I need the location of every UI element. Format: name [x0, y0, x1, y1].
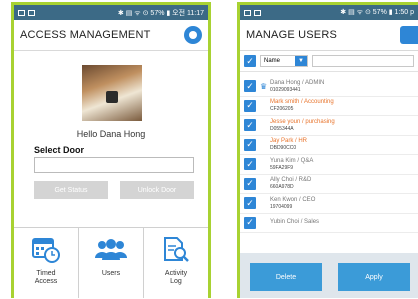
user-checkbox[interactable]: ✓ — [244, 197, 256, 210]
search-input[interactable] — [312, 55, 414, 67]
image-icon — [254, 9, 261, 16]
list-item[interactable]: ✓ Ally Choi / R&D 660A978D — [240, 175, 418, 194]
nav-label-users: Users — [101, 270, 121, 277]
user-checkbox[interactable]: ✓ — [244, 138, 256, 151]
status-bar: ✱ ▤ ᯤ ⊙ 57% ▮ 1:50 p — [240, 5, 418, 20]
nav-users[interactable]: Users — [79, 228, 144, 298]
select-all-checkbox[interactable]: ✓ — [244, 55, 256, 67]
user-checkbox[interactable]: ✓ — [244, 177, 256, 190]
user-name: Jesse youn / purchasing — [270, 118, 335, 125]
user-name: Dana Hong / ADMIN — [270, 79, 325, 86]
chevron-down-icon: ▼ — [295, 56, 307, 66]
gear-icon[interactable] — [184, 26, 202, 44]
page-title: ACCESS MANAGEMENT — [20, 29, 151, 41]
user-code: 19704099 — [270, 203, 293, 210]
user-checkbox[interactable]: ✓ — [244, 80, 256, 93]
get-status-button[interactable]: Get Status — [34, 181, 108, 199]
nav-label-activity-log: Activity Log — [164, 270, 188, 285]
user-name: Yuna Kim / Q&A — [270, 157, 314, 164]
user-checkbox[interactable]: ✓ — [244, 158, 256, 171]
status-bar-info: ✱ ▤ ᯤ ⊙ 57% ▮ 1:50 p — [340, 9, 414, 16]
manage-users-screen: ✱ ▤ ᯤ ⊙ 57% ▮ 1:50 p MANAGE USERS ✓ Name… — [237, 2, 418, 298]
user-code: 59FA29F9 — [270, 164, 294, 171]
list-item[interactable]: ✓ Ken Kwon / CEO 19704099 — [240, 194, 418, 214]
crown-icon: ♛ — [260, 81, 268, 91]
header: ACCESS MANAGEMENT — [14, 20, 208, 51]
list-item[interactable]: ✓ Mark smith / Accounting CF206205 — [240, 97, 418, 116]
user-info: Dana Hong / ADMIN 01029093441 — [270, 80, 324, 93]
add-user-button[interactable] — [400, 26, 418, 44]
status-bar-info: ✱ ▤ ᯤ ⊙ 57% ▮ 오전 11:17 — [117, 9, 204, 17]
action-bar: Delete Apply — [240, 253, 418, 298]
user-info: Jay Park / HR DBD90CC0 — [270, 138, 307, 151]
log-search-icon — [164, 237, 189, 262]
filter-row: ✓ Name ▼ — [240, 51, 418, 72]
list-item[interactable]: ✓ Yuna Kim / Q&A 59FA29F9 — [240, 155, 418, 175]
bottom-nav: Timed Access Users Activity Log — [14, 227, 208, 298]
access-management-screen: ✱ ▤ ᯤ ⊙ 57% ▮ 오전 11:17 ACCESS MANAGEMENT… — [11, 2, 211, 298]
user-checkbox[interactable]: ✓ — [244, 216, 256, 229]
greeting-text: Hello Dana Hong — [76, 129, 146, 139]
user-list: ✓ ♛ Dana Hong / ADMIN 01029093441 ✓ Mark smit… — [240, 77, 418, 233]
nav-timed-access[interactable]: Timed Access — [14, 228, 79, 298]
apply-button[interactable]: Apply — [338, 263, 410, 291]
user-checkbox[interactable]: ✓ — [244, 119, 256, 132]
calendar-clock-icon — [32, 238, 60, 263]
filter-select-value: Name — [264, 58, 281, 64]
user-name: Ally Choi / R&D — [270, 177, 312, 184]
user-info: Ally Choi / R&D 660A978D — [270, 177, 311, 190]
filter-select[interactable]: Name ▼ — [260, 55, 308, 67]
delete-button[interactable]: Delete — [250, 263, 322, 291]
user-info: Yuna Kim / Q&A 59FA29F9 — [270, 158, 313, 171]
page-title: MANAGE USERS — [246, 29, 338, 41]
notification-icon — [18, 9, 25, 16]
user-info: Jesse youn / purchasing D055344A — [270, 119, 335, 132]
select-door-label: Select Door — [34, 145, 85, 155]
user-code: D055344A — [270, 125, 294, 132]
select-door-field[interactable] — [34, 157, 194, 173]
user-name: Mark smith / Accounting — [270, 99, 334, 106]
user-code: CF206205 — [270, 106, 294, 113]
user-info: Ken Kwon / CEO 19704099 — [270, 197, 315, 210]
user-name: Jay Park / HR — [270, 138, 308, 145]
list-item[interactable]: ✓ ♛ Dana Hong / ADMIN 01029093441 — [240, 77, 418, 97]
user-code: 660A978D — [270, 184, 294, 191]
list-item[interactable]: ✓ Jay Park / HR DBD90CC0 — [240, 136, 418, 155]
user-info: Mark smith / Accounting CF206205 — [270, 99, 334, 112]
users-icon — [95, 239, 127, 260]
status-bar: ✱ ▤ ᯤ ⊙ 57% ▮ 오전 11:17 — [14, 5, 208, 20]
user-code: DBD90CC0 — [270, 145, 297, 152]
notification-icon — [244, 9, 251, 16]
list-item[interactable]: ✓ Jesse youn / purchasing D055344A — [240, 116, 418, 136]
image-icon — [28, 9, 35, 16]
user-checkbox[interactable]: ✓ — [244, 99, 256, 112]
user-name: Ken Kwon / CEO — [270, 196, 316, 203]
user-name: Yubin Choi / Sales — [270, 219, 320, 226]
nav-label-timed-access: Timed Access — [34, 270, 58, 285]
profile-photo — [82, 65, 142, 121]
nav-activity-log[interactable]: Activity Log — [144, 228, 208, 298]
user-code: 01029093441 — [270, 86, 301, 93]
user-info: Yubin Choi / Sales — [270, 219, 319, 226]
header: MANAGE USERS — [240, 20, 418, 51]
unlock-door-button[interactable]: Unlock Door — [120, 181, 194, 199]
list-item[interactable]: ✓ Yubin Choi / Sales — [240, 214, 418, 233]
